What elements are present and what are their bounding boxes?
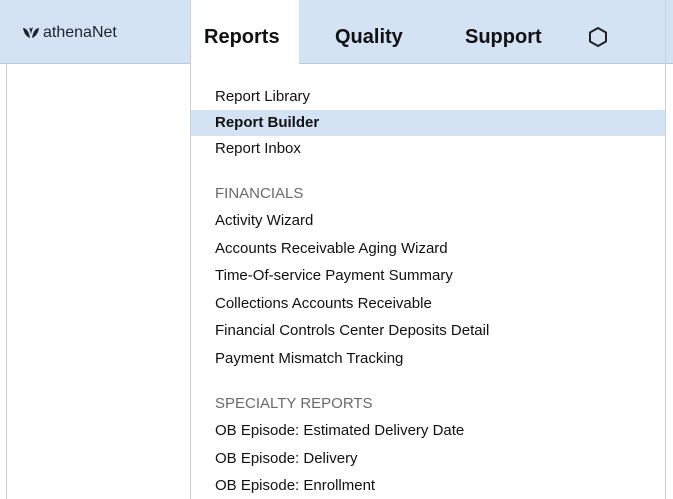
menu-item-ar-aging-wizard[interactable]: Accounts Receivable Aging Wizard <box>191 235 665 263</box>
left-panel-border <box>6 64 7 499</box>
menu-item-ob-delivery[interactable]: OB Episode: Delivery <box>191 445 665 473</box>
menu-item-collections-ar[interactable]: Collections Accounts Receivable <box>191 290 665 318</box>
menu-item-payment-mismatch-tracking[interactable]: Payment Mismatch Tracking <box>191 345 665 373</box>
gear-icon[interactable] <box>587 26 609 48</box>
section-heading-financials: FINANCIALS <box>215 185 304 202</box>
menu-item-ob-estimated-delivery-date[interactable]: OB Episode: Estimated Delivery Date <box>191 417 665 445</box>
menu-item-report-builder[interactable]: Report Builder <box>191 110 665 136</box>
logo-text: athenaNet <box>43 24 117 41</box>
section-heading-specialty-reports: SPECIALTY REPORTS <box>215 395 373 412</box>
reports-menu: Report Library Report Builder Report Inb… <box>191 84 665 499</box>
leaf-logo-icon <box>23 27 39 38</box>
tab-reports[interactable]: Reports <box>204 26 280 49</box>
menu-item-report-inbox[interactable]: Report Inbox <box>191 136 665 162</box>
tab-support[interactable]: Support <box>465 26 542 49</box>
menu-item-activity-wizard[interactable]: Activity Wizard <box>191 207 665 235</box>
right-panel-border <box>665 0 666 499</box>
tab-quality[interactable]: Quality <box>335 26 403 49</box>
menu-item-fcc-deposits-detail[interactable]: Financial Controls Center Deposits Detai… <box>191 317 665 345</box>
menu-item-report-library[interactable]: Report Library <box>191 84 665 110</box>
athenanet-logo[interactable]: athenaNet <box>22 24 117 42</box>
menu-item-tos-payment-summary[interactable]: Time-Of-service Payment Summary <box>191 262 665 290</box>
menu-item-ob-enrollment[interactable]: OB Episode: Enrollment <box>191 472 665 499</box>
